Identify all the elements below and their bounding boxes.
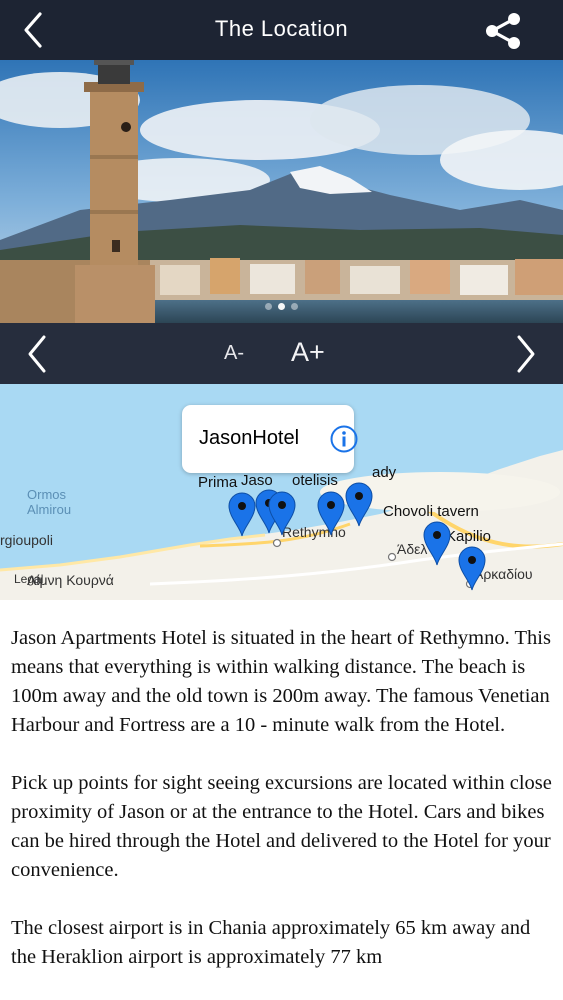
poi-label-hotelisis: otelisis [292,472,338,489]
poi-label-chovoli: Chovoli tavern [383,503,479,520]
info-icon [330,425,358,453]
location-pin-icon [228,492,256,537]
sea-label-line-2: Almirou [27,502,72,517]
legal-link[interactable]: Legal [14,572,43,586]
sea-label-line-1: Ormos [27,487,66,502]
slide-dot[interactable] [291,303,298,310]
poi-label-prima: Prima [198,474,238,491]
map-callout[interactable]: JasonHotel [182,405,358,473]
share-button[interactable] [483,12,523,50]
description-paragraph: Jason Apartments Hotel is situated in th… [11,627,551,736]
gallery-controls: A- A+ [0,323,563,384]
hero-photo[interactable] [0,60,563,323]
chevron-left-icon [28,335,46,373]
lighthouse-photo [0,60,563,323]
page-title: The Location [214,16,349,41]
location-pin-icon [317,491,345,536]
slide-indicator [0,297,563,315]
nav-bar: The Location [0,0,563,60]
map-pin[interactable] [422,520,452,566]
location-pin-icon [268,491,296,536]
map-pin[interactable] [457,545,487,591]
location-pin-icon [458,546,486,591]
map-pin[interactable] [344,481,374,527]
map-view[interactable]: Ormos Almirou rgioupoli Rethymno Λίμνη Κ… [0,384,563,600]
poi-label-kapilio: Kapilio [446,528,492,545]
map-pin-jason-hotel[interactable] [267,490,297,536]
callout-title: JasonHotel [199,427,300,449]
location-pin-icon [423,521,451,566]
description-paragraph: Pick up points for sight seeing excursio… [11,772,552,881]
poi-label-lady: ady [372,464,397,481]
location-pin-icon [345,482,373,527]
description-paragraph: The closest airport is in Chania approxi… [11,917,531,968]
town-label-georgioupoli: rgioupoli [0,532,53,548]
decrease-font-button[interactable]: A- [224,342,244,365]
next-photo-button[interactable] [505,331,541,377]
share-icon [486,13,520,49]
location-description: Jason Apartments Hotel is situated in th… [11,624,556,1000]
slide-dot-active[interactable] [278,303,285,310]
previous-photo-button[interactable] [22,331,58,377]
poi-label-jason: Jaso [241,472,273,489]
increase-font-button[interactable]: A+ [291,337,325,368]
info-button[interactable] [330,425,358,453]
chevron-right-icon [517,335,535,373]
slide-dot[interactable] [265,303,272,310]
map-pin[interactable] [227,491,257,537]
sea-label: Ormos Almirou [27,487,71,517]
map-pin[interactable] [316,490,346,536]
